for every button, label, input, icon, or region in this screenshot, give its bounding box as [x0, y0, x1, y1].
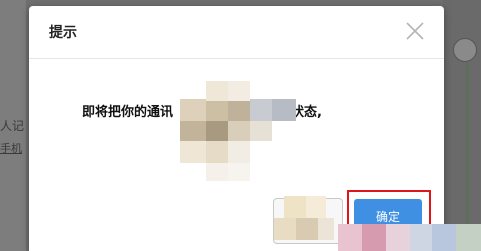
obscured-footer-content — [274, 196, 334, 251]
background-right-panel — [443, 0, 481, 251]
background-left-text: 人记 — [0, 119, 25, 133]
dialog-title: 提示 — [49, 25, 77, 41]
dialog-message-start: 即将把你的通讯 — [82, 105, 174, 120]
background-left-link: 手机 — [0, 142, 22, 155]
close-icon[interactable] — [404, 20, 426, 42]
obscured-content — [180, 81, 300, 191]
obscured-corner — [338, 224, 481, 251]
dialog-header: 提示 — [29, 6, 444, 59]
background-right-line — [466, 62, 469, 251]
prompt-dialog: 提示 即将把你的通讯前的状态, — [29, 6, 444, 251]
background-toggle — [453, 38, 477, 62]
